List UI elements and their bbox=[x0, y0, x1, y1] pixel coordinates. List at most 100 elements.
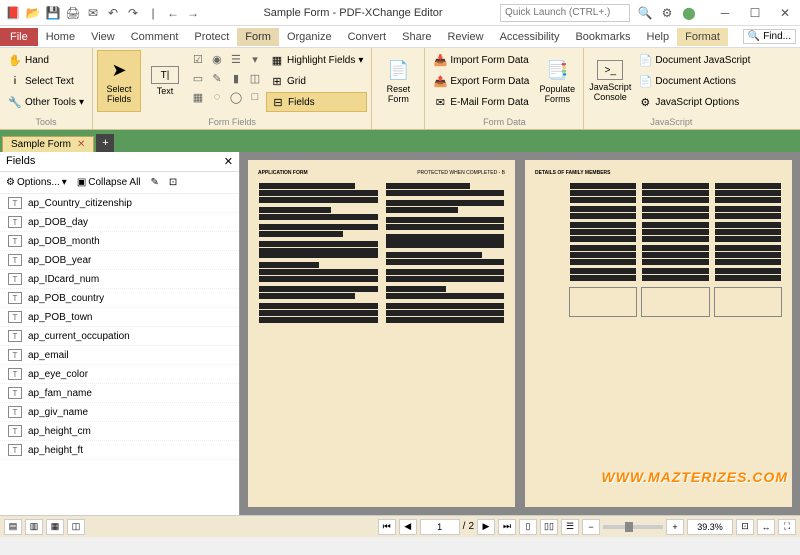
document-page-1[interactable]: APPLICATION FORMPROTECTED WHEN COMPLETED… bbox=[248, 160, 515, 507]
reset-form-button[interactable]: 📄 Reset Form bbox=[376, 50, 420, 112]
zoom-slider[interactable] bbox=[603, 525, 663, 529]
misc2-field-icon[interactable]: ◯ bbox=[227, 88, 245, 106]
maximize-button[interactable]: ☐ bbox=[740, 2, 770, 24]
text-field-button[interactable]: T| Text bbox=[143, 50, 187, 112]
list-field-icon[interactable]: ☰ bbox=[227, 50, 245, 68]
doc-javascript-button[interactable]: 📄Document JavaScript bbox=[634, 50, 754, 70]
highlight-fields-button[interactable]: ▦Highlight Fields ▾ bbox=[266, 50, 367, 70]
fields-panel-button[interactable]: ⊟Fields bbox=[266, 92, 367, 112]
field-item[interactable]: Tap_POB_town bbox=[0, 308, 239, 327]
close-button[interactable]: ✕ bbox=[770, 2, 800, 24]
field-item[interactable]: Tap_POB_country bbox=[0, 289, 239, 308]
field-item[interactable]: Tap_DOB_year bbox=[0, 251, 239, 270]
continuous-icon[interactable]: ☰ bbox=[561, 519, 579, 535]
populate-forms-button[interactable]: 📑 Populate Forms bbox=[535, 50, 579, 112]
misc-field-icon[interactable]: ◌ bbox=[208, 88, 226, 106]
select-text-tool[interactable]: ᎥSelect Text bbox=[4, 71, 88, 91]
menu-protect[interactable]: Protect bbox=[186, 28, 237, 46]
props-icon[interactable]: ⊡ bbox=[167, 175, 179, 190]
collapse-all-button[interactable]: ▣ Collapse All bbox=[75, 175, 143, 190]
field-item[interactable]: Tap_height_ft bbox=[0, 441, 239, 460]
fit-width-icon[interactable]: ↔ bbox=[757, 519, 775, 535]
import-form-data-button[interactable]: 📥Import Form Data bbox=[429, 50, 533, 70]
js-console-button[interactable]: >_ JavaScript Console bbox=[588, 50, 632, 112]
menu-comment[interactable]: Comment bbox=[123, 28, 187, 46]
menu-convert[interactable]: Convert bbox=[340, 28, 395, 46]
next-page-button[interactable]: ▶ bbox=[477, 519, 495, 535]
fullscreen-icon[interactable]: ⛶ bbox=[778, 519, 796, 535]
doc-actions-button[interactable]: 📄Document Actions bbox=[634, 71, 754, 91]
search-icon[interactable]: 🔍 bbox=[636, 4, 654, 22]
help-icon[interactable]: ⬤ bbox=[680, 4, 698, 22]
image-field-icon[interactable]: ◫ bbox=[246, 69, 264, 87]
menu-bookmarks[interactable]: Bookmarks bbox=[567, 28, 638, 46]
single-page-icon[interactable]: ▯ bbox=[519, 519, 537, 535]
field-item[interactable]: Tap_DOB_month bbox=[0, 232, 239, 251]
field-item[interactable]: Tap_giv_name bbox=[0, 403, 239, 422]
print-icon[interactable]: 🖨 bbox=[64, 4, 82, 22]
document-page-2[interactable]: DETAILS OF FAMILY MEMBERS bbox=[525, 160, 792, 507]
document-view[interactable]: APPLICATION FORMPROTECTED WHEN COMPLETED… bbox=[240, 152, 800, 515]
signature-field-icon[interactable]: ✎ bbox=[208, 69, 226, 87]
email-form-data-button[interactable]: ✉E-Mail Form Data bbox=[429, 92, 533, 112]
field-item[interactable]: Tap_eye_color bbox=[0, 365, 239, 384]
sb-bookmarks-icon[interactable]: ▥ bbox=[25, 519, 43, 535]
last-page-button[interactable]: ⏭ bbox=[498, 519, 516, 535]
menu-form[interactable]: Form bbox=[237, 28, 279, 46]
ui-pref-icon[interactable]: ⚙ bbox=[658, 4, 676, 22]
open-icon[interactable]: 📂 bbox=[24, 4, 42, 22]
sb-nav-icon[interactable]: ▤ bbox=[4, 519, 22, 535]
field-item[interactable]: Tap_current_occupation bbox=[0, 327, 239, 346]
find-box[interactable]: 🔍 Find... bbox=[743, 29, 796, 44]
select-fields-button[interactable]: ➤ Select Fields bbox=[97, 50, 141, 112]
field-item[interactable]: Tap_email bbox=[0, 346, 239, 365]
menu-accessibility[interactable]: Accessibility bbox=[492, 28, 568, 46]
sb-layers-icon[interactable]: ◫ bbox=[67, 519, 85, 535]
add-tab-button[interactable]: + bbox=[96, 134, 114, 152]
menu-help[interactable]: Help bbox=[639, 28, 678, 46]
undo-icon[interactable]: ↶ bbox=[104, 4, 122, 22]
date-field-icon[interactable]: ▦ bbox=[189, 88, 207, 106]
facing-page-icon[interactable]: ▯▯ bbox=[540, 519, 558, 535]
menu-home[interactable]: Home bbox=[38, 28, 83, 46]
fields-list[interactable]: Tap_Country_citizenshipTap_DOB_dayTap_DO… bbox=[0, 194, 239, 515]
fit-page-icon[interactable]: ⊡ bbox=[736, 519, 754, 535]
radio-field-icon[interactable]: ◉ bbox=[208, 50, 226, 68]
button-field-icon[interactable]: ▭ bbox=[189, 69, 207, 87]
options-button[interactable]: ⚙ Options... ▾ bbox=[4, 175, 69, 190]
field-item[interactable]: Tap_Country_citizenship bbox=[0, 194, 239, 213]
field-item[interactable]: Tap_fam_name bbox=[0, 384, 239, 403]
first-page-button[interactable]: ⏮ bbox=[378, 519, 396, 535]
page-number-input[interactable] bbox=[420, 519, 460, 535]
redo-icon[interactable]: ↷ bbox=[124, 4, 142, 22]
zoom-in-button[interactable]: + bbox=[666, 519, 684, 535]
rename-icon[interactable]: ✎ bbox=[149, 175, 161, 190]
save-icon[interactable]: 💾 bbox=[44, 4, 62, 22]
back-icon[interactable]: ← bbox=[164, 4, 182, 22]
quick-launch-input[interactable] bbox=[500, 4, 630, 22]
close-panel-icon[interactable]: ✕ bbox=[224, 155, 233, 168]
close-tab-icon[interactable]: ✕ bbox=[77, 139, 85, 150]
export-form-data-button[interactable]: 📤Export Form Data bbox=[429, 71, 533, 91]
sb-thumbs-icon[interactable]: ▦ bbox=[46, 519, 64, 535]
menu-review[interactable]: Review bbox=[439, 28, 491, 46]
js-options-button[interactable]: ⚙JavaScript Options bbox=[634, 92, 754, 112]
file-menu[interactable]: File bbox=[0, 28, 38, 46]
forward-icon[interactable]: → bbox=[184, 4, 202, 22]
menu-share[interactable]: Share bbox=[394, 28, 439, 46]
field-item[interactable]: Tap_height_cm bbox=[0, 422, 239, 441]
field-item[interactable]: Tap_DOB_day bbox=[0, 213, 239, 232]
zoom-out-button[interactable]: − bbox=[582, 519, 600, 535]
barcode-field-icon[interactable]: ▮ bbox=[227, 69, 245, 87]
menu-view[interactable]: View bbox=[83, 28, 123, 46]
checkbox-field-icon[interactable]: ☑ bbox=[189, 50, 207, 68]
menu-format[interactable]: Format bbox=[677, 28, 728, 46]
minimize-button[interactable]: ─ bbox=[710, 2, 740, 24]
document-tab[interactable]: Sample Form ✕ bbox=[2, 136, 94, 152]
menu-organize[interactable]: Organize bbox=[279, 28, 340, 46]
zoom-value-input[interactable] bbox=[687, 519, 733, 535]
other-tools[interactable]: 🔧Other Tools ▾ bbox=[4, 92, 88, 112]
hand-tool[interactable]: ✋Hand bbox=[4, 50, 88, 70]
combo-field-icon[interactable]: ▾ bbox=[246, 50, 264, 68]
zoom-thumb[interactable] bbox=[625, 522, 633, 532]
